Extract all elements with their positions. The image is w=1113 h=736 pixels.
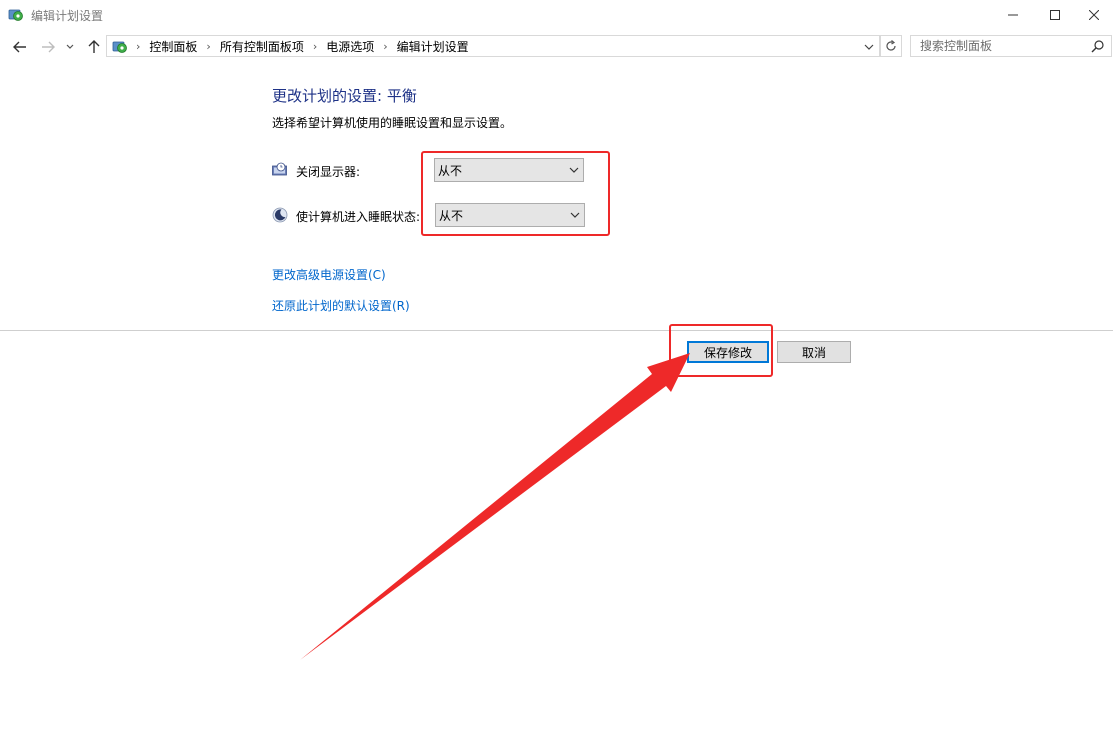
annotation-arrow xyxy=(300,353,690,660)
